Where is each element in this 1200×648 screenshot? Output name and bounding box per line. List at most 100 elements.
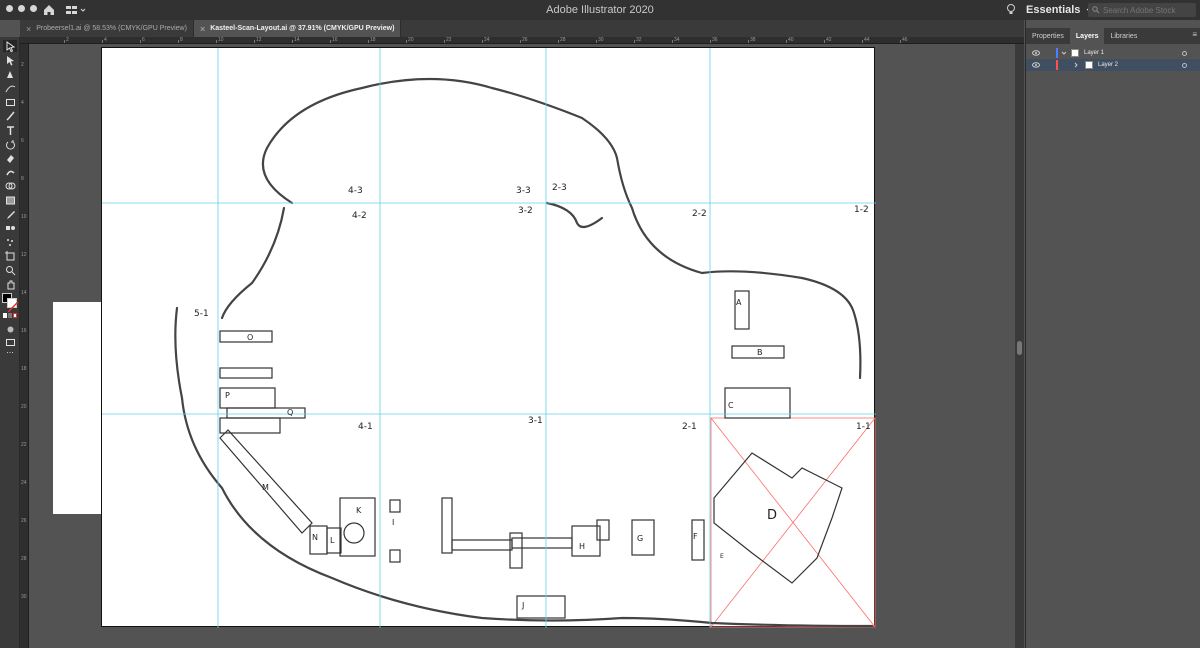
blend-tool-icon[interactable] <box>3 222 17 234</box>
grid-label: 1-2 <box>854 205 869 215</box>
grid-label: 2-2 <box>692 209 707 219</box>
ruler-label: 22 <box>446 37 452 43</box>
ruler-label: 2 <box>66 37 69 43</box>
building-letter: O <box>247 333 254 342</box>
eyedropper-tool-icon[interactable] <box>3 208 17 220</box>
layers-panel: Properties Layers Libraries ≡ Layer 1 La… <box>1025 20 1200 648</box>
building-letter: H <box>579 542 586 551</box>
castle-outline <box>174 77 874 628</box>
ruler-tick <box>634 40 635 43</box>
type-tool-icon[interactable] <box>3 124 17 136</box>
tab-properties[interactable]: Properties <box>1026 28 1070 44</box>
ruler-label: 24 <box>21 480 27 486</box>
shape-builder-tool-icon[interactable] <box>3 180 17 192</box>
close-tab-icon[interactable]: × <box>200 24 205 34</box>
grid-label: 3-2 <box>518 206 533 216</box>
warp-tool-icon[interactable] <box>3 166 17 178</box>
stock-search-input[interactable] <box>1103 5 1193 15</box>
ruler-label: 4 <box>104 37 107 43</box>
workspace-switcher[interactable]: Essentials <box>1026 3 1092 17</box>
color-mode-buttons[interactable] <box>3 313 17 319</box>
ruler-label: 28 <box>21 556 27 562</box>
layer-name[interactable]: Layer 1 <box>1084 50 1104 56</box>
stock-search[interactable] <box>1088 3 1196 17</box>
layer-name[interactable]: Layer 2 <box>1098 62 1118 68</box>
ruler-label: 36 <box>712 37 718 43</box>
vertical-scrollbar[interactable] <box>1015 44 1024 648</box>
ruler-tick <box>406 40 407 43</box>
layer-color <box>1056 48 1058 58</box>
draw-mode-icon[interactable] <box>3 323 17 335</box>
more-tools-button[interactable]: ... <box>3 344 17 356</box>
artboard-tool-icon[interactable] <box>3 250 17 262</box>
eye-icon[interactable] <box>1032 50 1040 56</box>
ruler-label: 26 <box>522 37 528 43</box>
chevron-right-icon[interactable] <box>1073 62 1079 68</box>
document-tab-bar: × Probeersel1.ai @ 58.53% (CMYK/GPU Prev… <box>20 20 1024 37</box>
target-icon[interactable] <box>1182 50 1187 56</box>
tools-panel: ... <box>0 37 20 648</box>
symbol-sprayer-tool-icon[interactable] <box>3 236 17 248</box>
pen-tool-icon[interactable] <box>3 68 17 80</box>
direct-selection-tool-icon[interactable] <box>3 54 17 66</box>
rectangle-tool-icon[interactable] <box>3 96 17 108</box>
grid-label: 4-1 <box>358 422 373 432</box>
eye-icon[interactable] <box>1032 62 1040 68</box>
artboard[interactable]: 4-3 4-2 3-3 3-2 2-3 2-2 1-2 5-1 4-1 3-1 … <box>101 47 876 628</box>
tab-layers[interactable]: Layers <box>1069 28 1105 44</box>
hamburger-icon[interactable]: ≡ <box>1192 30 1197 39</box>
layer-row-layer-2[interactable]: Layer 2 <box>1026 59 1200 71</box>
building-letter: I <box>392 518 395 527</box>
castle-scan-sketch <box>102 48 876 628</box>
document-tab-probeersel[interactable]: × Probeersel1.ai @ 58.53% (CMYK/GPU Prev… <box>20 20 194 37</box>
ruler-label: 20 <box>21 404 27 410</box>
hand-tool-icon[interactable] <box>3 278 17 290</box>
ruler-tick <box>178 40 179 43</box>
selection-tool-icon[interactable] <box>3 40 17 52</box>
ruler-tick <box>520 40 521 43</box>
zoom-tool-icon[interactable] <box>3 264 17 276</box>
chevron-down-icon[interactable] <box>1061 50 1067 56</box>
layer-row-layer-1[interactable]: Layer 1 <box>1026 47 1200 59</box>
tab-libraries[interactable]: Libraries <box>1104 28 1143 44</box>
curvature-tool-icon[interactable] <box>3 82 17 94</box>
color-mode-icon[interactable] <box>3 313 7 318</box>
stroke-swatch[interactable] <box>7 298 19 313</box>
app-title: Adobe Illustrator 2020 <box>546 4 654 16</box>
gradient-mode-icon[interactable] <box>8 313 12 318</box>
ruler-label: 14 <box>21 290 27 296</box>
ruler-label: 26 <box>21 518 27 524</box>
ruler-tick <box>786 40 787 43</box>
eraser-tool-icon[interactable] <box>3 152 17 164</box>
ruler-tick <box>102 40 103 43</box>
document-tab-kasteel[interactable]: × Kasteel-Scan-Layout.ai @ 37.91% (CMYK/… <box>193 20 402 37</box>
ruler-tick <box>64 40 65 43</box>
tab-label: Kasteel-Scan-Layout.ai @ 37.91% (CMYK/GP… <box>210 25 395 32</box>
fill-stroke-swatches[interactable] <box>2 293 19 313</box>
ruler-label: 40 <box>788 37 794 43</box>
layer-color <box>1056 60 1058 70</box>
secondary-artboard[interactable] <box>53 302 102 514</box>
scrollbar-thumb[interactable] <box>1017 341 1022 355</box>
rotate-tool-icon[interactable] <box>3 138 17 150</box>
panel-tabs: Properties Layers Libraries ≡ <box>1026 28 1200 44</box>
vertical-ruler: 2 4 6 8 10 12 14 16 18 20 22 24 26 28 30 <box>20 44 29 648</box>
ruler-label: 30 <box>598 37 604 43</box>
ruler-tick <box>824 40 825 43</box>
discover-bulb-icon[interactable] <box>1005 3 1017 17</box>
grid-label: 1-1 <box>856 422 871 432</box>
ruler-label: 28 <box>560 37 566 43</box>
ruler-label: 22 <box>21 442 27 448</box>
ruler-tick <box>748 40 749 43</box>
tab-label: Probeersel1.ai @ 58.53% (CMYK/GPU Previe… <box>36 25 187 32</box>
building-letter: E <box>720 553 724 560</box>
ruler-label: 10 <box>21 214 27 220</box>
gradient-tool-icon[interactable] <box>3 194 17 206</box>
title-bar: Adobe Illustrator 2020 Essentials <box>0 0 1200 20</box>
canvas[interactable]: 4-3 4-2 3-3 3-2 2-3 2-2 1-2 5-1 4-1 3-1 … <box>29 44 1015 648</box>
ruler-label: 18 <box>21 366 27 372</box>
paintbrush-tool-icon[interactable] <box>3 110 17 122</box>
close-tab-icon[interactable]: × <box>26 24 31 34</box>
none-mode-icon[interactable] <box>13 313 17 318</box>
target-icon[interactable] <box>1182 62 1187 68</box>
